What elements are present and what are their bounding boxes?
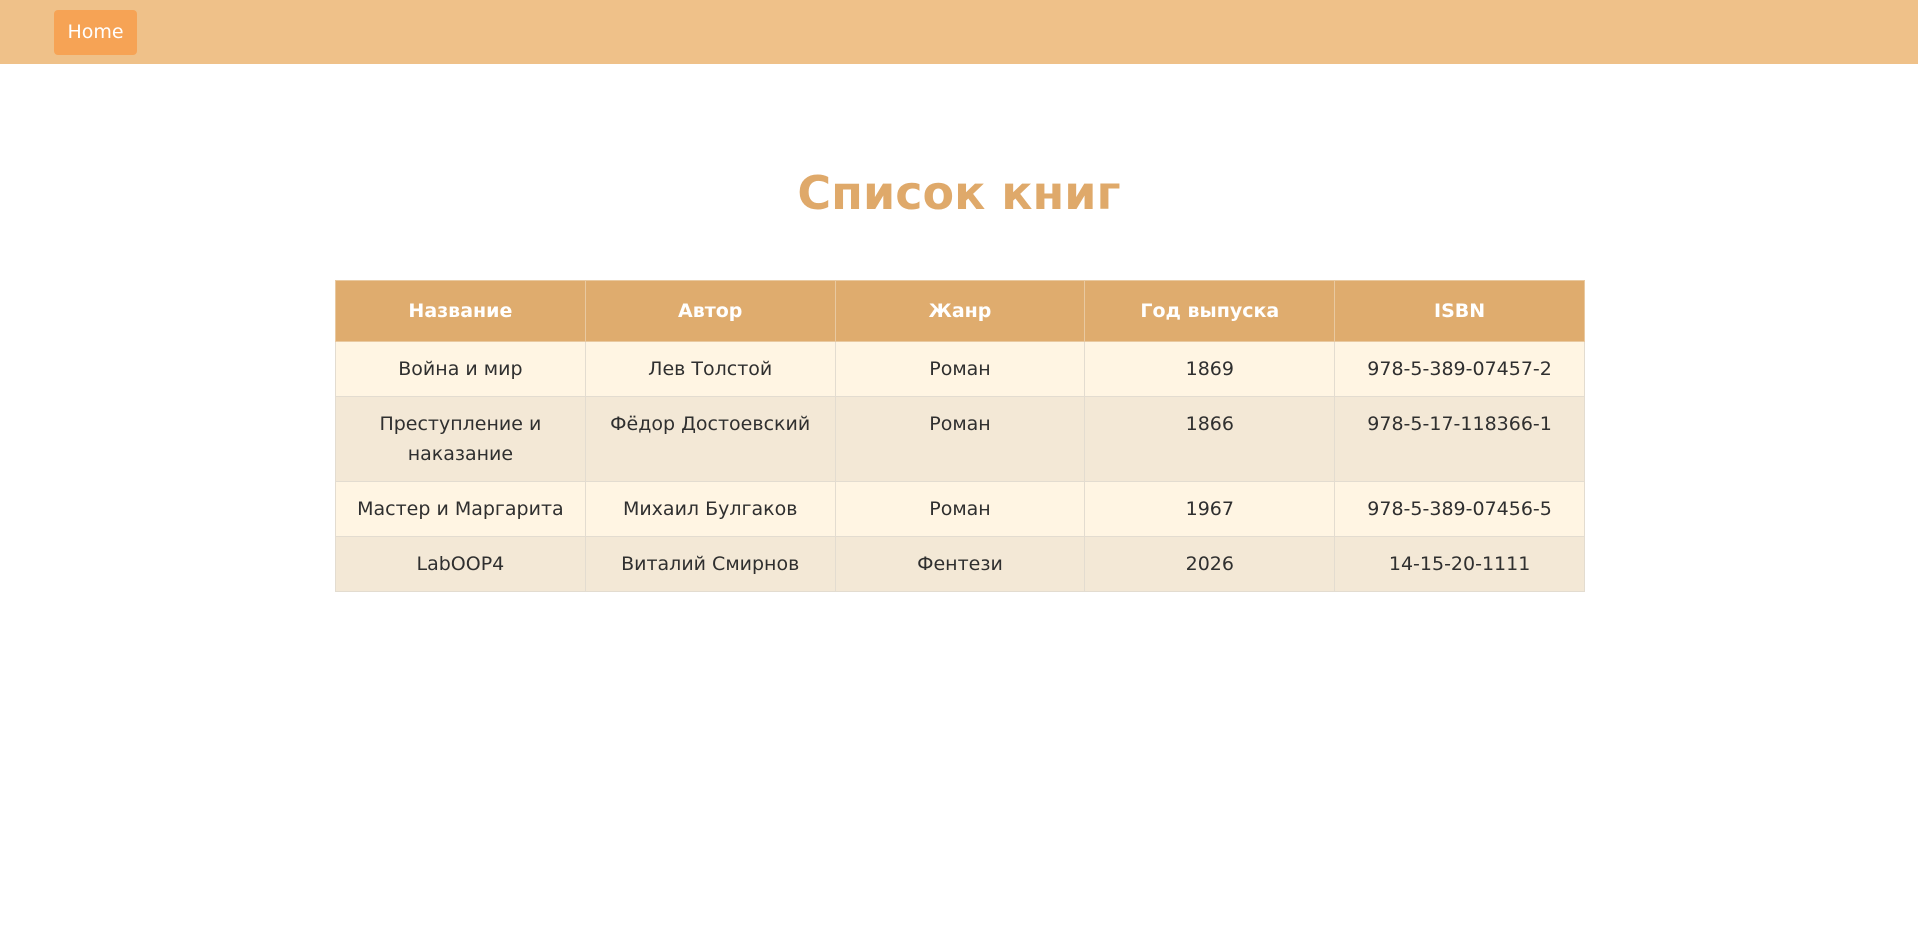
home-button[interactable]: Home — [54, 10, 137, 55]
table-row: Война и мир Лев Толстой Роман 1869 978-5… — [335, 341, 1585, 397]
cell-year: 2026 — [1084, 536, 1336, 592]
column-header-year: Год выпуска — [1084, 280, 1336, 342]
cell-genre: Роман — [834, 396, 1086, 482]
cell-author: Виталий Смирнов — [584, 536, 836, 592]
cell-genre: Роман — [834, 481, 1086, 537]
cell-author: Фёдор Достоевский — [584, 396, 836, 482]
cell-isbn: 978-5-389-07456-5 — [1334, 481, 1585, 537]
column-header-genre: Жанр — [834, 280, 1086, 342]
cell-isbn: 978-5-389-07457-2 — [1334, 341, 1585, 397]
column-header-author: Автор — [584, 280, 836, 342]
books-table: Название Автор Жанр Год выпуска ISBN Вой… — [335, 280, 1585, 592]
column-header-title: Название — [335, 280, 586, 342]
cell-genre: Роман — [834, 341, 1086, 397]
top-navbar: Home — [0, 0, 1918, 64]
cell-year: 1869 — [1084, 341, 1336, 397]
table-row: Преступление и наказание Фёдор Достоевск… — [335, 396, 1585, 482]
cell-author: Лев Толстой — [584, 341, 836, 397]
column-header-isbn: ISBN — [1334, 280, 1585, 342]
page-title: Список книг — [797, 166, 1121, 220]
cell-year: 1967 — [1084, 481, 1336, 537]
table-header-row: Название Автор Жанр Год выпуска ISBN — [335, 280, 1585, 342]
table-row: Мастер и Маргарита Михаил Булгаков Роман… — [335, 481, 1585, 537]
cell-title: Мастер и Маргарита — [335, 481, 586, 537]
cell-year: 1866 — [1084, 396, 1336, 482]
table-row: LabOOP4 Виталий Смирнов Фентези 2026 14-… — [335, 536, 1585, 592]
cell-title: Война и мир — [335, 341, 586, 397]
cell-isbn: 978-5-17-118366-1 — [1334, 396, 1585, 482]
cell-title: LabOOP4 — [335, 536, 586, 592]
cell-author: Михаил Булгаков — [584, 481, 836, 537]
cell-genre: Фентези — [834, 536, 1086, 592]
cell-title: Преступление и наказание — [335, 396, 586, 482]
cell-isbn: 14-15-20-1111 — [1334, 536, 1585, 592]
